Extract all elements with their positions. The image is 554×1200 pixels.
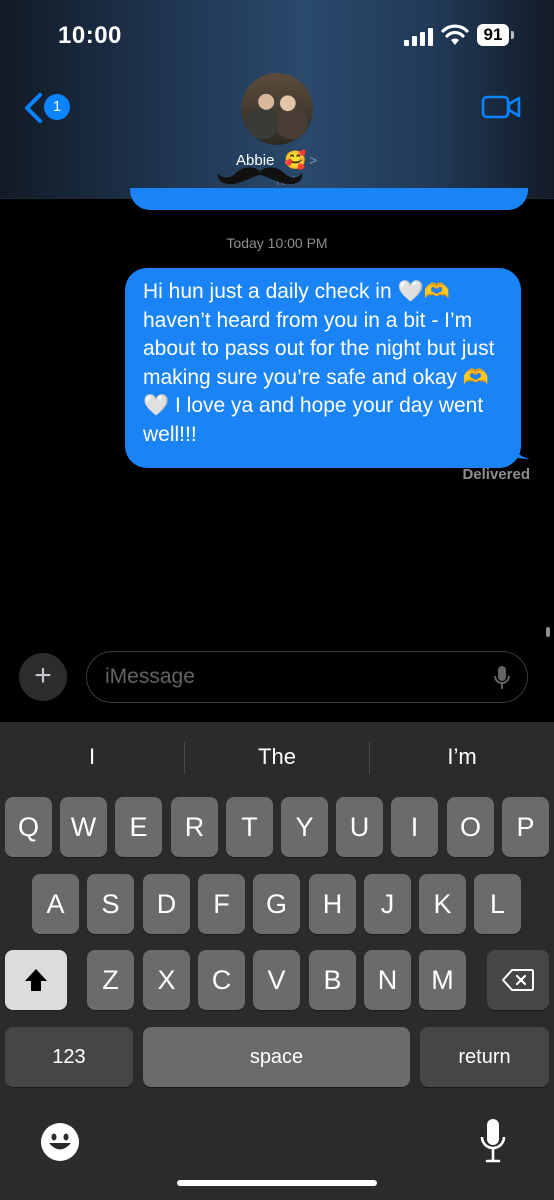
key-s[interactable]: S bbox=[87, 874, 134, 934]
key-r[interactable]: R bbox=[171, 797, 218, 857]
key-a[interactable]: A bbox=[32, 874, 79, 934]
key-f[interactable]: F bbox=[198, 874, 245, 934]
key-c[interactable]: C bbox=[198, 950, 245, 1010]
key-l[interactable]: L bbox=[474, 874, 521, 934]
cellular-signal-icon bbox=[404, 28, 434, 46]
space-key[interactable]: space bbox=[143, 1027, 410, 1087]
key-m[interactable]: M bbox=[419, 950, 466, 1010]
key-t[interactable]: T bbox=[226, 797, 273, 857]
home-indicator bbox=[177, 1180, 377, 1186]
contact-avatar[interactable] bbox=[241, 73, 313, 145]
key-d[interactable]: D bbox=[143, 874, 190, 934]
shift-key[interactable] bbox=[5, 950, 67, 1010]
conversation-header: 10:00 91 1 Abbie 🥰 > ​NY bbox=[0, 0, 554, 199]
key-e[interactable]: E bbox=[115, 797, 162, 857]
key-i[interactable]: I bbox=[391, 797, 438, 857]
video-camera-icon[interactable] bbox=[481, 94, 521, 120]
key-p[interactable]: P bbox=[502, 797, 549, 857]
delivery-status: Delivered bbox=[462, 466, 530, 483]
battery-indicator: 91 bbox=[477, 24, 509, 46]
key-o[interactable]: O bbox=[447, 797, 494, 857]
previous-message-bubble bbox=[130, 188, 528, 210]
message-timestamp: Today 10:00 PM bbox=[226, 235, 328, 251]
key-h[interactable]: H bbox=[309, 874, 356, 934]
key-j[interactable]: J bbox=[364, 874, 411, 934]
numbers-key[interactable]: 123 bbox=[5, 1027, 133, 1087]
prediction-3[interactable]: I’m bbox=[370, 744, 554, 770]
key-y[interactable]: Y bbox=[281, 797, 328, 857]
message-input[interactable]: iMessage bbox=[86, 651, 528, 703]
key-b[interactable]: B bbox=[309, 950, 356, 1010]
message-input-placeholder: iMessage bbox=[105, 665, 195, 688]
key-k[interactable]: K bbox=[419, 874, 466, 934]
key-z[interactable]: Z bbox=[87, 950, 134, 1010]
delete-key[interactable] bbox=[487, 950, 549, 1010]
key-v[interactable]: V bbox=[253, 950, 300, 1010]
prediction-1[interactable]: I bbox=[0, 744, 184, 770]
mustache-doodle-icon bbox=[217, 167, 303, 185]
key-x[interactable]: X bbox=[143, 950, 190, 1010]
dictation-icon[interactable] bbox=[480, 1118, 506, 1164]
scroll-indicator bbox=[546, 627, 550, 637]
key-q[interactable]: Q bbox=[5, 797, 52, 857]
key-w[interactable]: W bbox=[60, 797, 107, 857]
bubble-tail bbox=[512, 438, 530, 459]
key-g[interactable]: G bbox=[253, 874, 300, 934]
delete-icon bbox=[502, 969, 534, 991]
mic-icon[interactable] bbox=[493, 665, 511, 691]
contact-chevron-icon[interactable]: > bbox=[309, 152, 317, 168]
back-chevron-icon[interactable] bbox=[22, 92, 46, 124]
return-key[interactable]: return bbox=[420, 1027, 549, 1087]
battery-nub bbox=[511, 31, 514, 39]
unread-badge[interactable]: 1 bbox=[44, 94, 70, 120]
apps-plus-button[interactable]: + bbox=[19, 653, 67, 701]
shift-icon bbox=[25, 969, 47, 991]
emoji-icon[interactable] bbox=[40, 1122, 80, 1162]
prediction-2[interactable]: The bbox=[185, 744, 369, 770]
wifi-icon bbox=[441, 24, 469, 45]
key-n[interactable]: N bbox=[364, 950, 411, 1010]
key-u[interactable]: U bbox=[336, 797, 383, 857]
sent-message-bubble[interactable]: Hi hun just a daily check in 🤍🫶 haven’t … bbox=[125, 268, 521, 468]
status-time: 10:00 bbox=[58, 22, 122, 49]
